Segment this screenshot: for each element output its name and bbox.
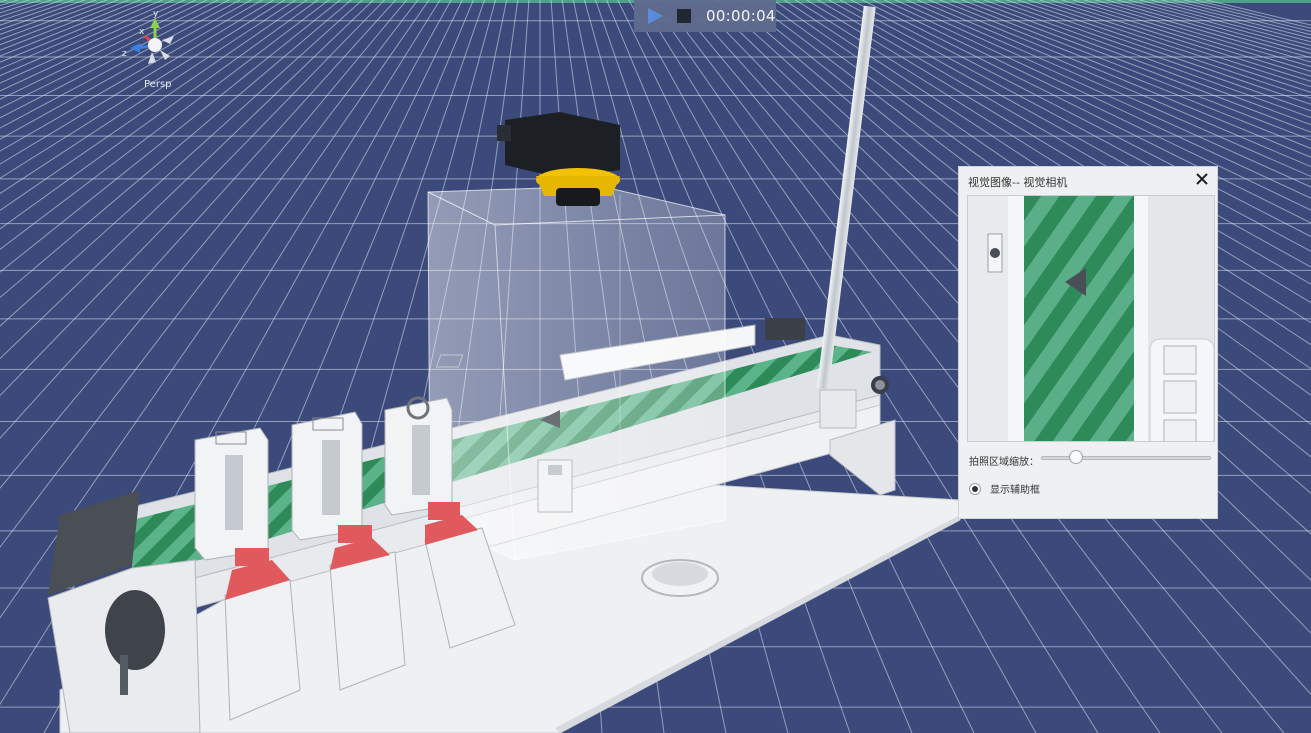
- play-icon: [648, 8, 663, 24]
- radio-selected-dot: [972, 485, 978, 492]
- camera-image: [968, 196, 1214, 441]
- play-button[interactable]: [642, 0, 668, 32]
- gizmo-y-label: y: [153, 9, 159, 19]
- slider-track[interactable]: [1041, 456, 1211, 460]
- slider-handle[interactable]: [1069, 450, 1084, 464]
- vision-image-panel: 视觉图像-- 视觉相机 拍照区域缩放： 显示辅助框: [958, 166, 1218, 519]
- close-icon: [1196, 173, 1208, 185]
- aux-frame-radio[interactable]: [969, 482, 981, 495]
- stop-icon: [677, 9, 691, 23]
- camera-mode-label[interactable]: Persp: [144, 79, 172, 90]
- gizmo-z-label: z: [122, 49, 127, 59]
- zoom-slider[interactable]: [1041, 450, 1211, 466]
- 3d-viewport[interactable]: y x z Persp 00:00:04 视觉图像-- 视觉相机 拍照区域缩放：…: [0, 0, 1311, 733]
- aux-frame-label: 显示辅助框: [990, 485, 1040, 496]
- show-aux-frame-option[interactable]: 显示辅助框: [969, 481, 1040, 496]
- playback-bar: 00:00:04: [634, 0, 776, 32]
- elapsed-time: 00:00:04: [706, 7, 776, 25]
- camera-image-view: [967, 195, 1215, 442]
- stop-button[interactable]: [674, 0, 694, 32]
- zoom-label: 拍照区域缩放：: [969, 457, 1039, 468]
- panel-title: 视觉图像-- 视觉相机: [968, 176, 1068, 189]
- gizmo-x-label: x: [139, 27, 145, 37]
- close-button[interactable]: [1193, 170, 1211, 188]
